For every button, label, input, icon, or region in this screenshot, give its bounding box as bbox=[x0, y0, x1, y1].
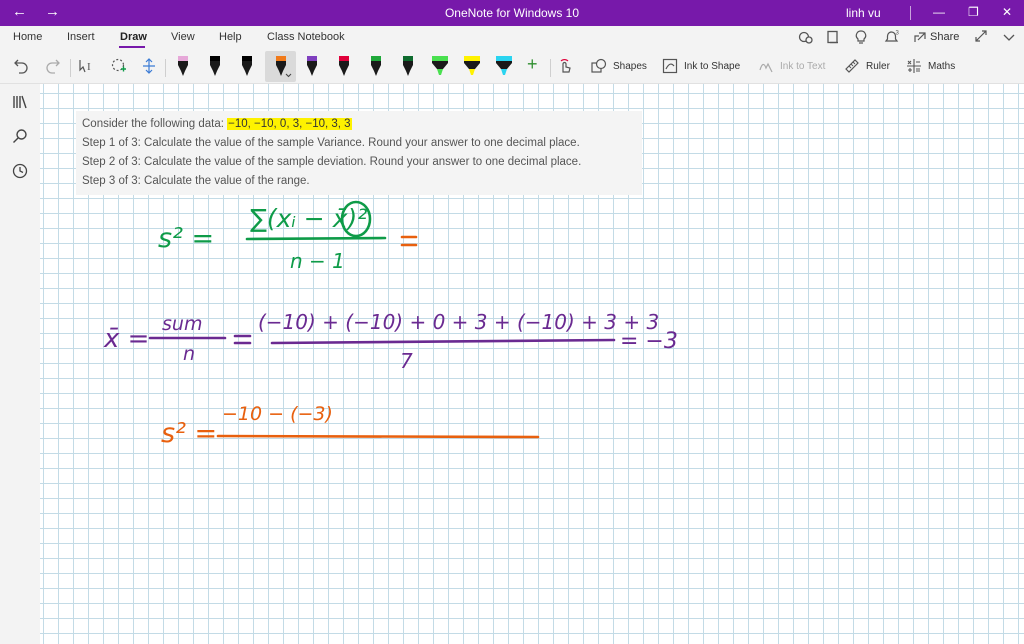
ink-mean-denominator: 7 bbox=[400, 349, 413, 373]
ink-mean-sum: sum bbox=[162, 313, 202, 335]
ink-variance-numerator: ∑(xᵢ − x̄)² bbox=[250, 204, 367, 233]
ink-mean-lhs: x̄ = bbox=[103, 324, 149, 354]
ink-mean-fraction-bar-2 bbox=[270, 338, 616, 345]
ink-mean-numerator: (−10) + (−10) + 0 + 3 + (−10) + 3 + 3 bbox=[258, 310, 659, 334]
ink-variance2-numerator: −10 − (−3) bbox=[222, 403, 333, 425]
ink-variance2-fraction-bar bbox=[216, 434, 540, 439]
ink-variance-fraction-bar bbox=[245, 236, 387, 241]
handwritten-ink-layer: s² = ∑(xᵢ − x̄)² n − 1 x̄ = sum n (−10) … bbox=[103, 200, 678, 449]
ink-variance2-lhs: s² = bbox=[161, 418, 217, 449]
ink-mean-result: = −3 bbox=[620, 329, 678, 354]
ink-equals-mark bbox=[400, 235, 418, 247]
ink-variance-lhs: s² = bbox=[158, 223, 214, 254]
ink-mean-n: n bbox=[183, 343, 195, 365]
ink-equals-mark-2 bbox=[233, 334, 252, 345]
ink-variance-denominator: n − 1 bbox=[290, 249, 345, 273]
